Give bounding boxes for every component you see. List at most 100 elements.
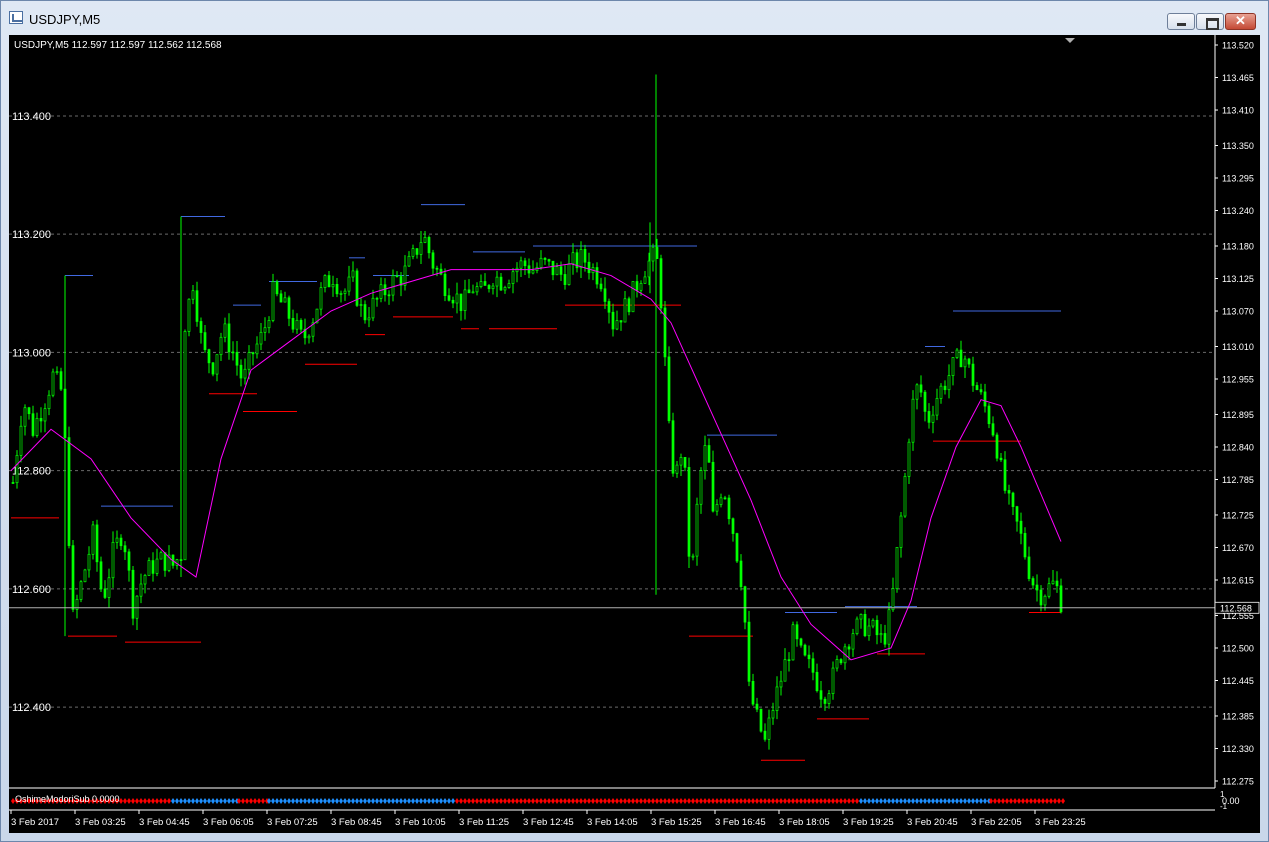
sub-marker-red [1029,798,1033,804]
candle-body [47,394,51,410]
sub-marker-red [131,798,135,804]
candle-body [499,276,503,291]
sub-marker-red [1025,798,1029,804]
candle-body [935,398,939,416]
candle-body [159,552,163,560]
candle-body [875,619,879,636]
sub-marker-blue [411,798,415,804]
sub-marker-red [459,798,463,804]
candle-body [979,389,983,393]
candle-body [743,586,747,623]
title-bar[interactable]: USDJPY,M5 [1,1,1268,33]
candle-body [503,287,507,291]
candle-body [447,295,451,301]
candle-body [279,293,283,303]
chart-window: USDJPY,M5 113.400113.200113.000112.80011… [0,0,1269,842]
sub-marker-red [787,798,791,804]
sub-marker-red [571,798,575,804]
candle-body [751,680,755,705]
time-axis: 3 Feb 2017 3 Feb 03:25 3 Feb 04:45 3 Feb 06… [10,810,1086,828]
price-tick-label: 113.350 [1222,141,1254,151]
sub-marker-red [503,798,507,804]
sub-marker-red [579,798,583,804]
sub-marker-red [479,798,483,804]
sub-marker-blue [363,798,367,804]
price-chart[interactable]: 113.400113.200113.000112.800112.600112.4… [9,35,1260,833]
candle-body [619,320,623,323]
candle-body [703,445,707,472]
price-tick-label: 113.520 [1222,41,1254,51]
candle-body [679,456,683,466]
sub-marker-blue [371,798,375,804]
chart-area[interactable]: 113.400 113.200 113.000 112.800 112.600 112.4… [9,35,1260,833]
candle-body [243,368,247,379]
close-button[interactable] [1225,13,1256,30]
price-tick-label: 112.385 [1222,711,1254,721]
sub-marker-blue [907,798,911,804]
minimize-button[interactable] [1167,13,1195,30]
sub-marker-red [699,798,703,804]
time-label: 3 Feb 16:45 [715,817,766,828]
sub-marker-red [499,798,503,804]
candle-body [531,270,535,274]
candle-body [391,275,395,296]
sub-marker-red [547,798,551,804]
sub-marker-red [253,798,257,804]
candle-body [975,385,979,390]
candle-body [787,659,791,662]
candle-body [35,418,39,436]
candle-body [1027,556,1031,579]
time-label: 3 Feb 18:05 [779,817,830,828]
sub-marker-blue [447,798,451,804]
candle-body [623,298,627,323]
maximize-button[interactable] [1196,13,1224,30]
candle-body [883,633,887,645]
candle-body [371,297,375,319]
grid-price-label: 113.000 [12,347,51,359]
chart-shift-marker[interactable] [1065,38,1075,43]
candle-body [275,281,279,295]
time-label: 3 Feb 03:25 [75,817,126,828]
sub-marker-red [723,798,727,804]
candle-body [207,349,211,364]
price-axis: 113.520 113.465 113.410 113.350 113.295 113.2… [1214,35,1254,788]
sub-marker-red [747,798,751,804]
candle-body [551,260,555,276]
candle-body [819,690,823,700]
candle-body [411,248,415,257]
sub-marker-red [851,798,855,804]
sub-marker-red [667,798,671,804]
sub-marker-blue [967,798,971,804]
candle-body [791,624,795,661]
candle-body [23,407,27,427]
candle-body [859,614,863,620]
candle-body [771,710,775,719]
sub-marker-red [539,798,543,804]
candle-body [51,371,55,396]
time-label: 3 Feb 2017 [11,817,59,828]
sub-marker-red [831,798,835,804]
candle-body [367,317,371,321]
sub-marker-blue [183,798,187,804]
time-label: 3 Feb 08:45 [331,817,382,828]
candle-body [67,437,71,546]
candle-body [11,482,15,484]
sub-marker-blue [215,798,219,804]
candle-body [519,260,523,269]
sub-marker-red [159,798,163,804]
candle-body [147,560,151,576]
sub-marker-red [1037,798,1041,804]
candle-body [999,457,1003,461]
sub-marker-red [583,798,587,804]
sub-marker-red [523,798,527,804]
sub-marker-blue [331,798,335,804]
sub-marker-blue [919,798,923,804]
sub-marker-red [167,798,171,804]
candle-body [899,515,903,548]
sub-marker-blue [223,798,227,804]
candle-body [387,294,391,297]
candle-body [587,261,591,274]
sub-marker-red [507,798,511,804]
candle-body [707,445,711,463]
candle-body [255,343,259,355]
